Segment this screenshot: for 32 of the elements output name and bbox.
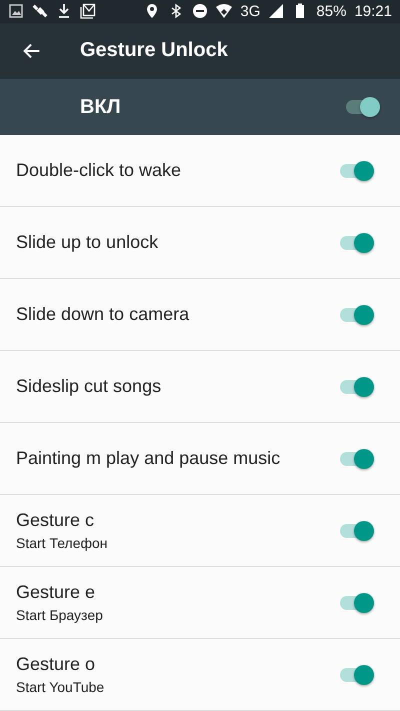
toggle-switch[interactable] bbox=[340, 236, 374, 250]
signal-icon bbox=[268, 3, 284, 20]
image-icon bbox=[8, 3, 24, 20]
wifi-icon bbox=[216, 3, 232, 20]
toggle-switch[interactable] bbox=[340, 164, 374, 178]
setting-title: Gesture o bbox=[16, 654, 96, 675]
toggle-switch[interactable] bbox=[340, 596, 374, 610]
setting-title: Sideslip cut songs bbox=[16, 376, 162, 397]
master-switch-label: ВКЛ bbox=[80, 96, 122, 119]
satellite-icon bbox=[32, 3, 48, 20]
do-not-disturb-icon bbox=[192, 3, 208, 20]
toggle-switch[interactable] bbox=[340, 524, 374, 538]
setting-subtitle: Start Телефон bbox=[16, 535, 109, 551]
download-icon bbox=[56, 3, 72, 20]
setting-title: Double-click to wake bbox=[16, 160, 182, 181]
setting-subtitle: Start Браузер bbox=[16, 607, 104, 623]
setting-title: Gesture c bbox=[16, 510, 96, 531]
battery-percent: 85% bbox=[316, 2, 346, 20]
setting-title: Gesture e bbox=[16, 582, 96, 603]
mail-icon bbox=[80, 3, 96, 20]
toggle-switch[interactable] bbox=[340, 380, 374, 394]
setting-title: Slide down to camera bbox=[16, 304, 190, 325]
window-title: Gesture Unlock bbox=[80, 39, 228, 62]
toggle-switch[interactable] bbox=[340, 308, 374, 322]
network-type: 3G bbox=[240, 2, 260, 20]
toggle-switch[interactable] bbox=[340, 452, 374, 466]
setting-title: Painting m play and pause music bbox=[16, 448, 282, 469]
setting-subtitle: Start YouTube bbox=[16, 679, 106, 695]
toggle-switch[interactable] bbox=[340, 668, 374, 682]
toggle-switch[interactable] bbox=[346, 100, 380, 114]
setting-title: Slide up to unlock bbox=[16, 232, 160, 253]
clock: 19:21 bbox=[354, 2, 392, 20]
